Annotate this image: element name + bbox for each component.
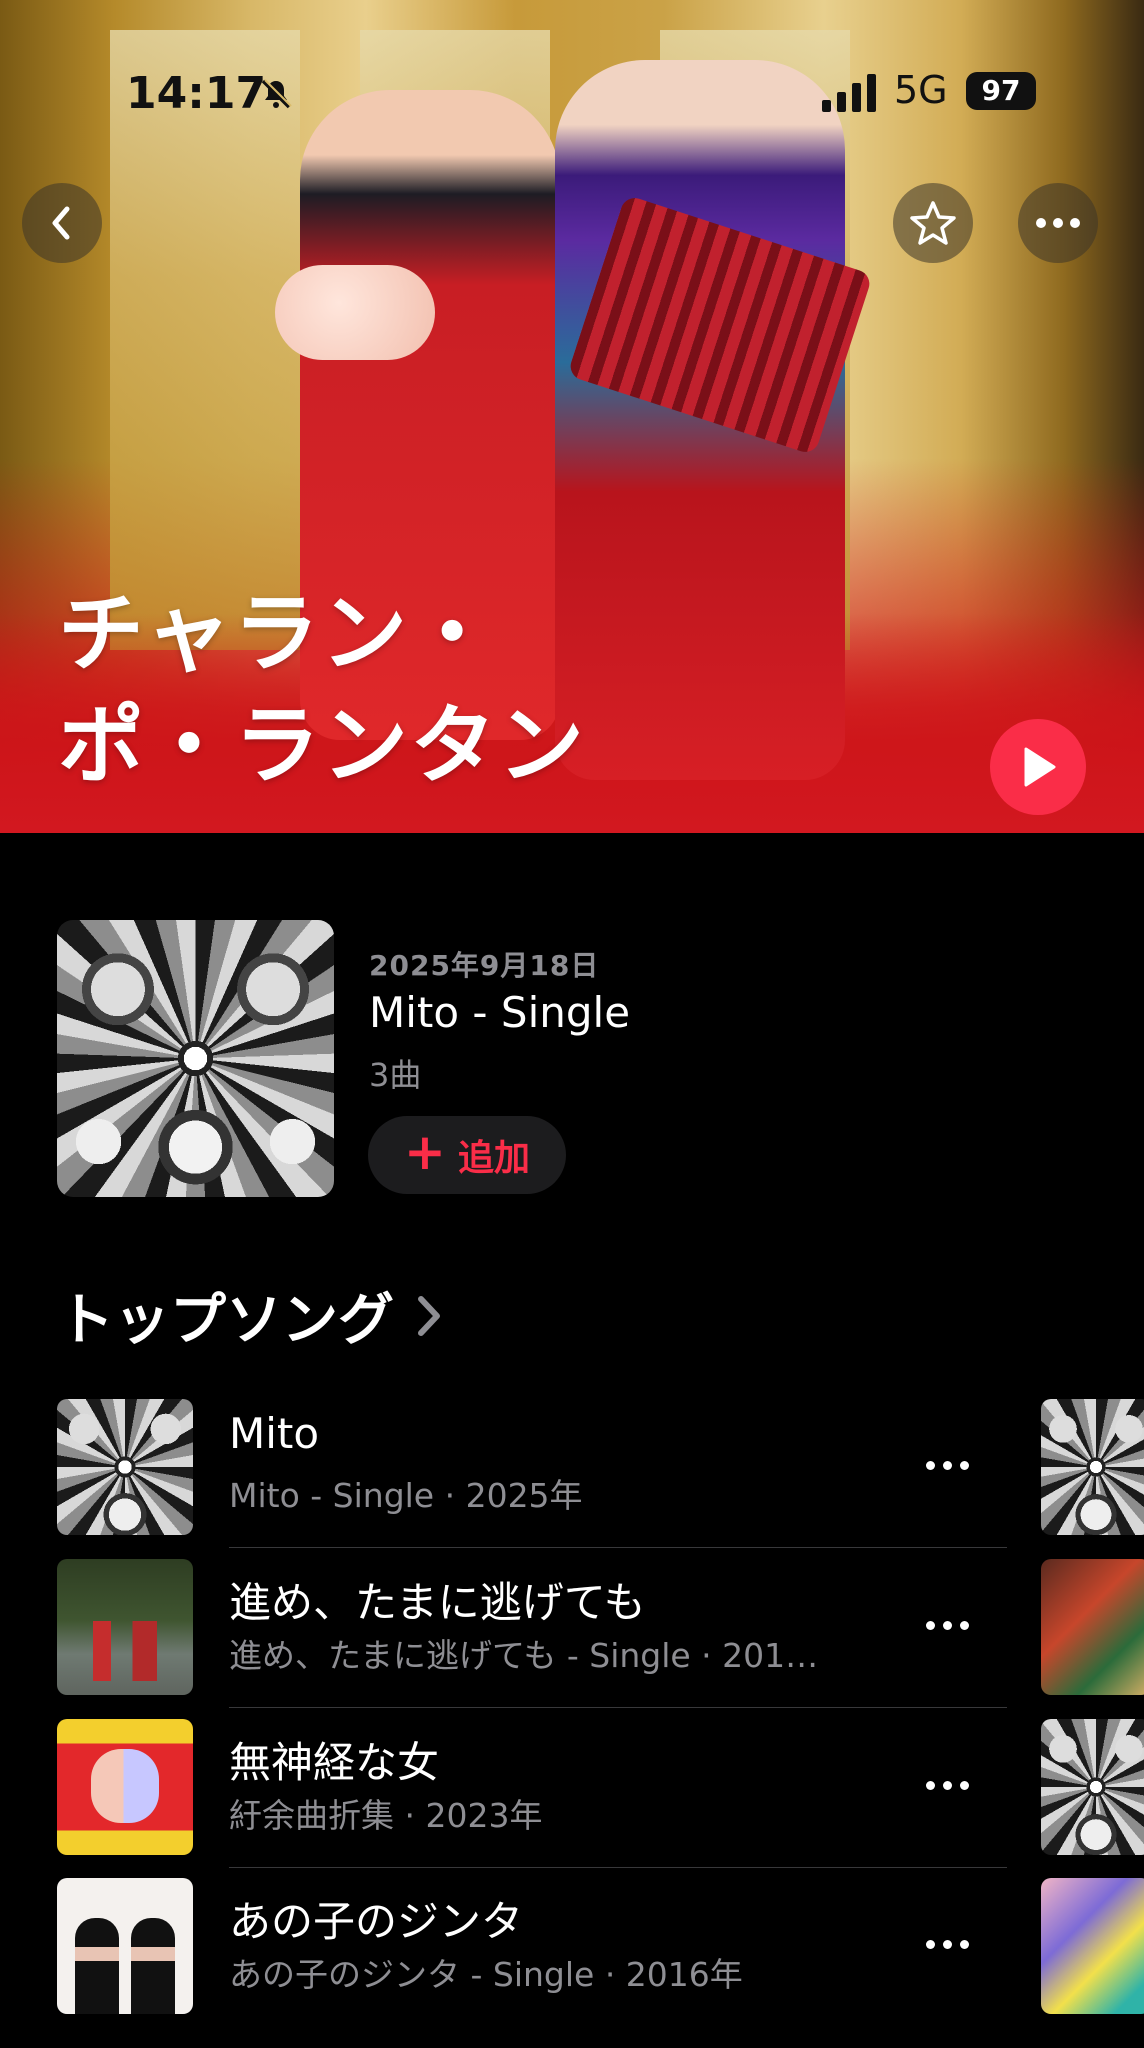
ellipsis-dot (942, 1939, 952, 1949)
add-to-library-button[interactable]: + 追加 (368, 1116, 566, 1194)
ellipsis-icon (925, 1460, 935, 1470)
add-label: 追加 (457, 1138, 530, 1179)
row-divider (229, 1547, 1007, 1548)
release-title[interactable]: Mito - Single (369, 988, 630, 1037)
next-column-song-artwork[interactable] (1041, 1559, 1144, 1695)
song-subtitle: 紆余曲折集 · 2023年 (229, 1796, 543, 1835)
song-title: 進め、たまに逃げても (229, 1578, 646, 1627)
play-icon (1024, 747, 1056, 787)
ellipsis-dot (959, 1460, 969, 1470)
next-column-song-artwork[interactable] (1041, 1399, 1144, 1535)
song-more-button[interactable] (917, 1445, 977, 1485)
song-row[interactable]: Mito Mito - Single · 2025年 (57, 1399, 1007, 1535)
row-divider (229, 1867, 1007, 1868)
ellipsis-icon (1036, 218, 1080, 228)
song-subtitle: 進め、たまに逃げても - Single · 201… (229, 1636, 819, 1675)
row-divider (229, 1707, 1007, 1708)
ellipsis-icon (925, 1780, 935, 1790)
next-column-song-artwork[interactable] (1041, 1878, 1144, 2014)
ellipsis-dot (942, 1780, 952, 1790)
artist-name-line-1: チャラン・ (58, 584, 498, 684)
release-date: 2025年9月18日 (369, 949, 600, 982)
ellipsis-icon (925, 1939, 935, 1949)
ellipsis-dot (959, 1620, 969, 1630)
back-button[interactable] (22, 183, 102, 263)
status-bar: 14:17 5G 97 (0, 0, 1144, 190)
top-songs-header[interactable]: トップソング (58, 1275, 446, 1356)
song-artwork (57, 1719, 193, 1855)
network-type: 5G (894, 68, 948, 112)
signal-bars-icon (822, 74, 876, 112)
status-time: 14:17 (126, 68, 267, 119)
ellipsis-dot (942, 1620, 952, 1630)
ellipsis-dot (942, 1460, 952, 1470)
star-icon (910, 201, 956, 245)
song-more-button[interactable] (917, 1605, 977, 1645)
song-subtitle: あの子のジンタ - Single · 2016年 (229, 1955, 743, 1994)
chevron-right-icon (418, 1295, 440, 1336)
back-chevron-icon (52, 206, 70, 240)
song-more-button[interactable] (917, 1924, 977, 1964)
song-title: 無神経な女 (229, 1738, 440, 1787)
pig-figurine (275, 265, 435, 360)
song-row[interactable]: あの子のジンタ あの子のジンタ - Single · 2016年 (57, 1878, 1007, 2014)
play-button[interactable] (990, 719, 1086, 815)
more-options-button[interactable] (1018, 183, 1098, 263)
bell-slash-icon (261, 79, 292, 109)
song-row[interactable]: 進め、たまに逃げても 進め、たまに逃げても - Single · 201… (57, 1559, 1007, 1695)
plus-icon: + (404, 1123, 446, 1181)
song-subtitle: Mito - Single · 2025年 (229, 1476, 583, 1515)
song-more-button[interactable] (917, 1765, 977, 1805)
ellipsis-icon (925, 1620, 935, 1630)
song-title: あの子のジンタ (229, 1897, 524, 1946)
song-title: Mito (229, 1409, 320, 1458)
artist-name-line-2: ポ・ランタン (58, 696, 586, 796)
song-artwork (57, 1559, 193, 1695)
next-column-song-artwork[interactable] (1041, 1719, 1144, 1855)
release-track-count: 3曲 (369, 1056, 422, 1094)
ellipsis-dot (959, 1780, 969, 1790)
latest-release-artwork[interactable] (57, 920, 334, 1197)
song-artwork (57, 1878, 193, 2014)
section-title: トップソング (58, 1288, 394, 1353)
song-artwork (57, 1399, 193, 1535)
favorite-button[interactable] (893, 183, 973, 263)
song-row[interactable]: 無神経な女 紆余曲折集 · 2023年 (57, 1719, 1007, 1855)
artist-name: チャラン・ ポ・ランタン (58, 578, 758, 802)
ellipsis-dot (959, 1939, 969, 1949)
battery-level: 97 (966, 72, 1036, 110)
